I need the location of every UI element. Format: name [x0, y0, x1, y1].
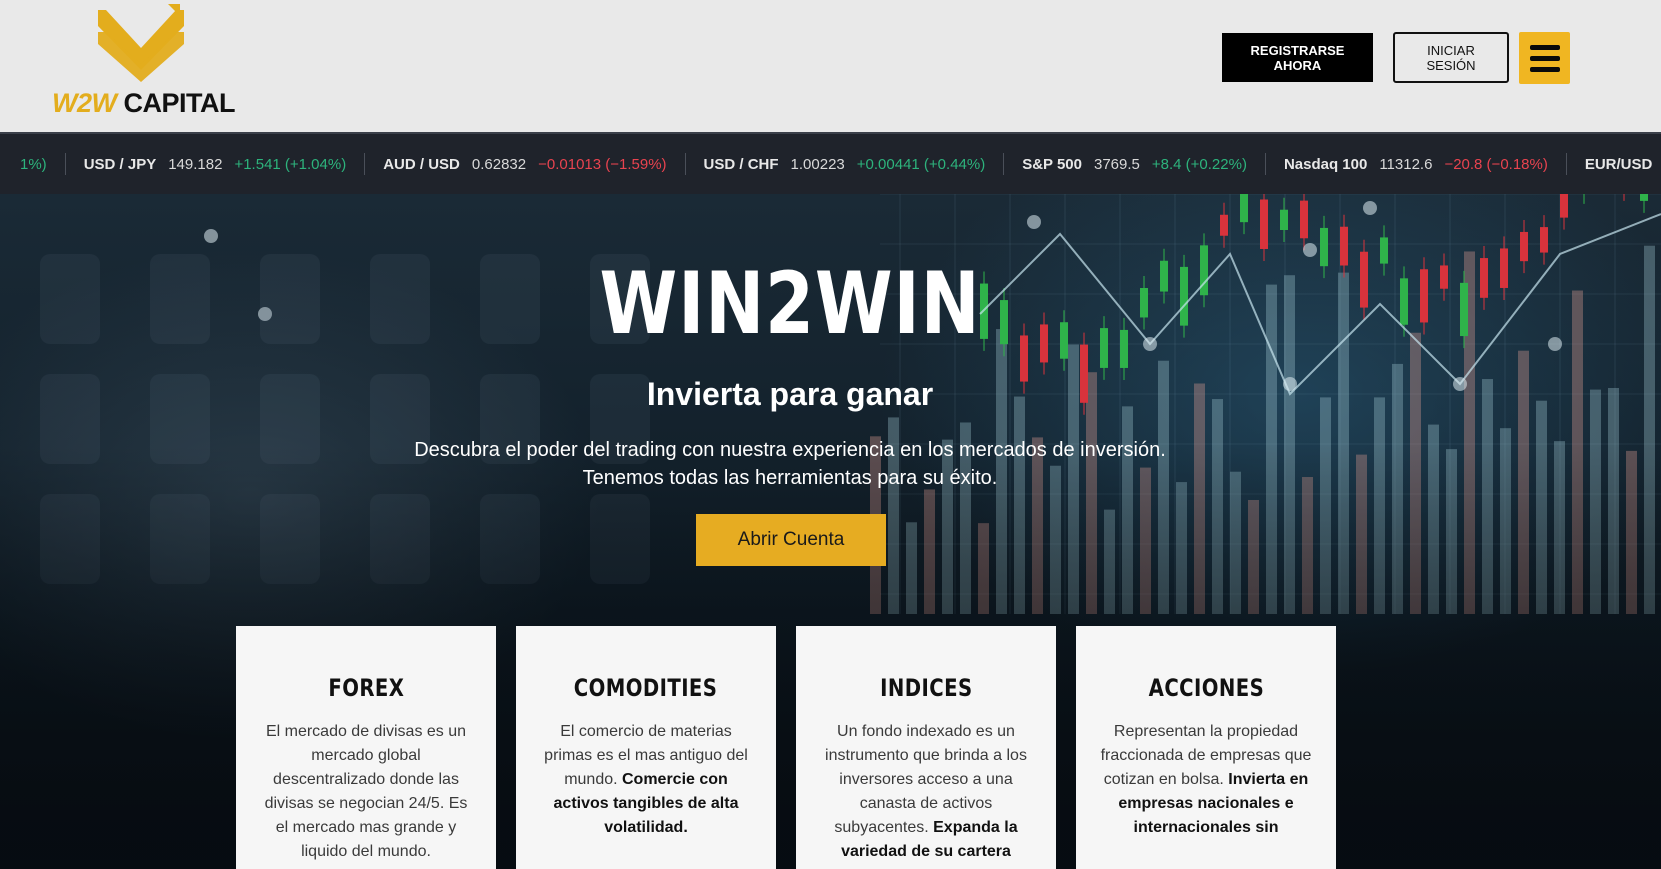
logo-wordmark: W2W CAPITAL [52, 88, 235, 119]
ticker-price: 1.00223 [790, 155, 845, 173]
card-indices[interactable]: INDICES Un fondo indexado es un instrume… [796, 626, 1056, 869]
card-text: El mercado de divisas es un mercado glob… [264, 723, 468, 860]
hero-section: WIN2WIN Invierta para ganar Descubra el … [0, 194, 1661, 869]
ticker-symbol: AUD / USD [383, 155, 460, 173]
register-now-button[interactable]: REGISTRARSE AHORA [1222, 33, 1373, 82]
ticker-symbol: S&P 500 [1022, 155, 1082, 173]
ticker-price: 0.62832 [471, 155, 527, 173]
hero-description-line: Tenemos todas las herramientas para su é… [582, 467, 998, 489]
logo-w2w-text: W2W [52, 88, 117, 118]
menu-bar [1529, 55, 1560, 61]
ticker-price: 149.182 [168, 155, 223, 173]
card-title: COMODITIES [574, 674, 718, 702]
ticker-item[interactable]: 1%) [0, 153, 66, 175]
hero-subtitle: Invierta para ganar [646, 376, 934, 412]
login-button[interactable]: INICIAR SESIÓN [1393, 32, 1509, 83]
ticker-symbol: Nasdaq 100 [1283, 155, 1368, 173]
hero-title: WIN2WIN [599, 254, 981, 354]
ticker-symbol: USD / JPY [83, 155, 157, 173]
menu-bar [1529, 44, 1560, 50]
card-comodities[interactable]: COMODITIES El comercio de materias prima… [516, 626, 776, 869]
market-ticker: 1%) USD / JPY 149.182 +1.541 (+1.04%) AUD / … [0, 132, 1661, 194]
card-title: ACCIONES [1148, 674, 1264, 702]
card-text: El comercio de materias primas es el mas… [544, 723, 748, 836]
hamburger-menu-button[interactable] [1519, 32, 1570, 84]
menu-bar [1529, 66, 1560, 72]
hero-description: Descubra el poder del trading con nuestr… [0, 436, 1580, 492]
ticker-track: 1%) USD / JPY 149.182 +1.541 (+1.04%) AUD / … [0, 134, 1661, 194]
card-acciones[interactable]: ACCIONES Representan la propiedad fracci… [1076, 626, 1336, 869]
ticker-change: −20.8 (−0.18%) [1444, 155, 1548, 173]
card-text: Un fondo indexado es un instrumento que … [825, 723, 1027, 860]
hero-description-line: Descubra el poder del trading con nuestr… [414, 439, 1166, 461]
chevron-logo-icon [98, 4, 184, 82]
ticker-item[interactable]: EUR/USD0. [1567, 153, 1661, 175]
ticker-symbol: USD / CHF [703, 155, 779, 173]
ticker-item[interactable]: Nasdaq 100 11312.6 −20.8 (−0.18%) [1266, 153, 1567, 175]
ticker-symbol: EUR/USD [1584, 155, 1653, 173]
ticker-change: 1%) [20, 155, 47, 173]
ticker-item[interactable]: USD / CHF 1.00223 +0.00441 (+0.44%) [686, 153, 1005, 175]
w2w-capital-logo[interactable]: W2W CAPITAL [52, 4, 242, 119]
ticker-item[interactable]: S&P 500 3769.5 +8.4 (+0.22%) [1004, 153, 1266, 175]
ticker-item[interactable]: AUD / USD 0.62832 −0.01013 (−1.59%) [365, 153, 686, 175]
ticker-change: +8.4 (+0.22%) [1151, 155, 1247, 173]
site-header: W2W CAPITAL REGISTRARSE AHORA INICIAR SE… [0, 0, 1661, 132]
ticker-change: −0.01013 (−1.59%) [538, 155, 667, 173]
card-title: FOREX [327, 674, 405, 702]
logo-capital-text: CAPITAL [123, 88, 236, 118]
ticker-price: 11312.6 [1379, 155, 1433, 173]
ticker-change: +0.00441 (+0.44%) [856, 155, 986, 173]
ticker-change: +1.541 (+1.04%) [234, 155, 347, 173]
card-forex[interactable]: FOREX El mercado de divisas es un mercad… [236, 626, 496, 869]
card-text: Representan la propiedad fraccionada de … [1100, 723, 1312, 836]
card-title: INDICES [879, 674, 973, 702]
ticker-price: 3769.5 [1093, 155, 1140, 173]
open-account-button[interactable]: Abrir Cuenta [696, 514, 886, 566]
ticker-item[interactable]: USD / JPY 149.182 +1.541 (+1.04%) [66, 153, 366, 175]
